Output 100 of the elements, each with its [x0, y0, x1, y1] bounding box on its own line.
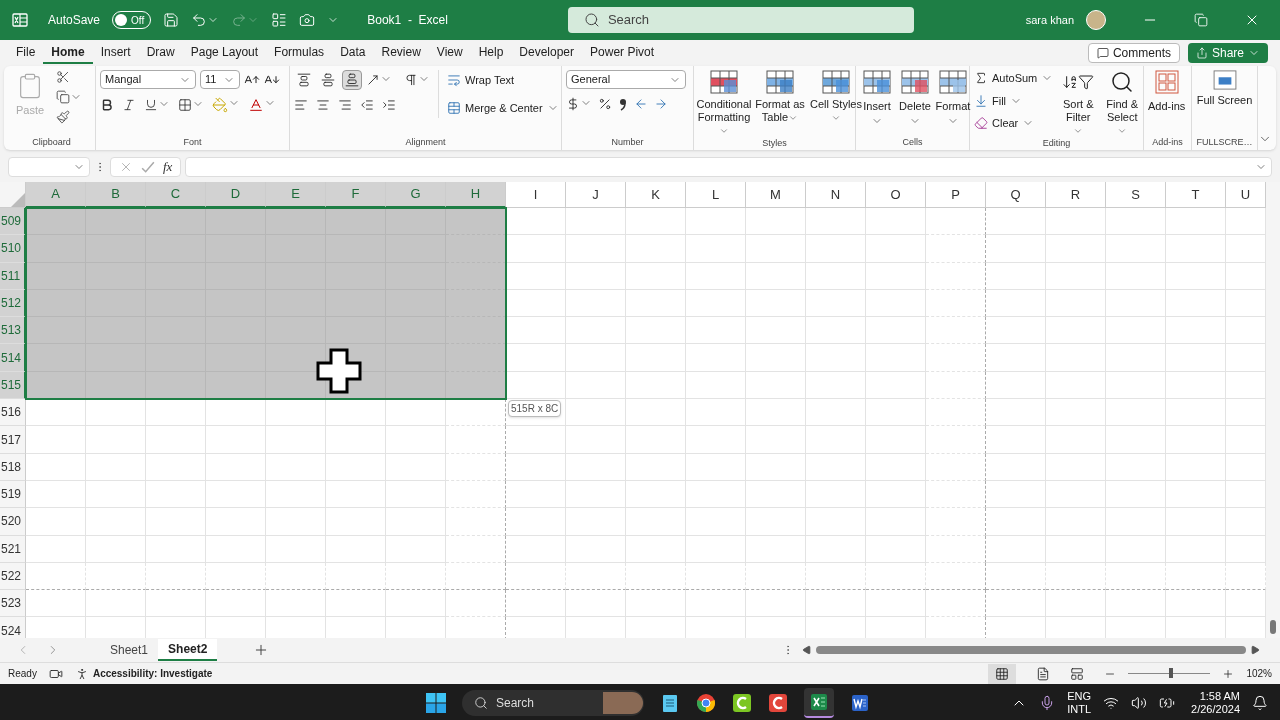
orientation-icon[interactable] [366, 73, 380, 87]
row-header[interactable]: 515 [0, 371, 26, 400]
volume-icon[interactable] [1131, 695, 1148, 711]
restore-icon[interactable] [1194, 13, 1208, 27]
grid-cell[interactable] [446, 453, 506, 481]
notification-icon[interactable] [1252, 695, 1268, 711]
row-header[interactable]: 523 [0, 590, 26, 618]
scroll-left-icon[interactable] [802, 645, 812, 655]
insert-function-label[interactable]: fx [163, 157, 173, 177]
grid-cell[interactable] [926, 399, 986, 427]
autosum-button[interactable]: AutoSum [974, 70, 1054, 87]
menu-tab[interactable]: View [428, 42, 471, 64]
column-header[interactable]: D [206, 182, 266, 208]
underline-icon[interactable] [144, 98, 158, 112]
column-header[interactable]: K [626, 182, 686, 208]
menu-tab[interactable]: Developer [511, 42, 583, 64]
column-header[interactable]: M [746, 182, 806, 208]
column-header[interactable]: G [386, 182, 446, 208]
menu-tab[interactable]: File [8, 42, 44, 64]
increase-indent-icon[interactable] [382, 98, 396, 112]
column-header[interactable]: R [1046, 182, 1106, 208]
spreadsheet-app-button[interactable] [804, 688, 834, 718]
row-header[interactable]: 512 [0, 289, 26, 318]
row-header[interactable]: 510 [0, 235, 26, 263]
grid-cell[interactable] [926, 453, 986, 481]
cut-icon[interactable] [56, 70, 70, 84]
menu-tab[interactable]: Home [43, 42, 93, 64]
scroll-right-icon[interactable] [1250, 645, 1260, 655]
search-field[interactable]: Search [567, 7, 914, 33]
number-format-field[interactable]: General [566, 70, 686, 89]
paragraph-icon[interactable] [404, 73, 418, 87]
grid-cell[interactable] [446, 480, 506, 509]
column-header[interactable]: I [506, 182, 566, 208]
column-header[interactable]: B [86, 182, 146, 208]
menu-tab[interactable]: Power Pivot [582, 42, 663, 64]
grid-cell[interactable] [446, 508, 506, 536]
font-name-field[interactable]: Mangal [100, 70, 196, 89]
row-header[interactable]: 514 [0, 344, 26, 372]
row-header[interactable]: 518 [0, 453, 26, 481]
find-select-button[interactable]: Find & Select [1103, 70, 1142, 137]
align-center-icon[interactable] [316, 98, 330, 112]
grid-cell[interactable] [926, 344, 986, 372]
menu-tab[interactable]: Draw [138, 42, 183, 64]
grid-cell[interactable] [446, 535, 506, 563]
taskbar-search-field[interactable]: Search [462, 690, 644, 716]
full-screen-button[interactable]: Full Screen [1196, 70, 1253, 107]
check-icon[interactable] [141, 160, 155, 174]
comments-button[interactable]: Comments [1087, 43, 1180, 63]
page-break-view-icon[interactable] [1070, 666, 1085, 681]
column-header[interactable]: P [926, 182, 986, 208]
row-header[interactable]: 517 [0, 426, 26, 454]
page-layout-view-icon[interactable] [1036, 666, 1051, 681]
fill-button[interactable]: Fill [974, 92, 1054, 109]
cancel-icon[interactable] [119, 160, 133, 174]
grid-cell[interactable] [926, 262, 986, 290]
wifi-icon[interactable] [1103, 695, 1120, 711]
align-left-icon[interactable] [294, 98, 308, 112]
row-header[interactable]: 520 [0, 508, 26, 536]
add-ins-button[interactable]: Add-ins [1148, 70, 1186, 115]
row-header[interactable]: 519 [0, 480, 26, 509]
row-header[interactable]: 516 [0, 399, 26, 427]
cells-menu-button[interactable]: Delete [898, 70, 932, 127]
selection-range[interactable] [25, 207, 507, 401]
merge-center-button[interactable]: Merge & Center [447, 98, 559, 118]
grid-cell[interactable] [446, 590, 506, 618]
zoom-in-icon[interactable] [1222, 667, 1235, 680]
menu-tab[interactable]: Page Layout [182, 42, 267, 64]
undo-icon[interactable] [191, 12, 208, 28]
borders-icon[interactable] [178, 98, 192, 112]
column-header[interactable]: Q [986, 182, 1046, 208]
fill-color-icon[interactable] [212, 97, 228, 113]
column-header[interactable]: L [686, 182, 746, 208]
grid-cell[interactable] [926, 317, 986, 345]
row-header[interactable]: 511 [0, 262, 26, 290]
bold-icon[interactable] [100, 98, 114, 112]
decrease-decimal-icon[interactable] [634, 97, 648, 111]
document-app-icon[interactable] [850, 693, 870, 713]
grid-cell[interactable] [926, 508, 986, 536]
cells-menu-button[interactable]: Format [936, 70, 970, 127]
save-icon[interactable] [163, 12, 180, 28]
column-header[interactable]: A [26, 182, 86, 208]
column-header[interactable]: U [1226, 182, 1266, 208]
notepad-icon[interactable] [660, 693, 680, 713]
vertical-align-button[interactable] [342, 70, 362, 90]
app-icon[interactable] [768, 693, 788, 713]
grid-cell[interactable] [926, 289, 986, 318]
grid-cell[interactable] [446, 399, 506, 427]
start-icon[interactable] [426, 693, 446, 713]
grid-cell[interactable] [926, 426, 986, 454]
increase-decimal-icon[interactable] [654, 97, 668, 111]
column-header[interactable]: E [266, 182, 326, 208]
row-header[interactable]: 521 [0, 535, 26, 563]
row-header[interactable]: 524 [0, 617, 26, 638]
format-painter-icon[interactable] [56, 110, 70, 124]
column-header[interactable]: C [146, 182, 206, 208]
menu-tab[interactable]: Insert [92, 42, 139, 64]
comma-style-icon[interactable] [618, 97, 628, 111]
grid-cell[interactable] [926, 371, 986, 400]
avatar[interactable] [1086, 10, 1106, 30]
styles-menu-button[interactable]: Cell Styles [810, 70, 862, 137]
